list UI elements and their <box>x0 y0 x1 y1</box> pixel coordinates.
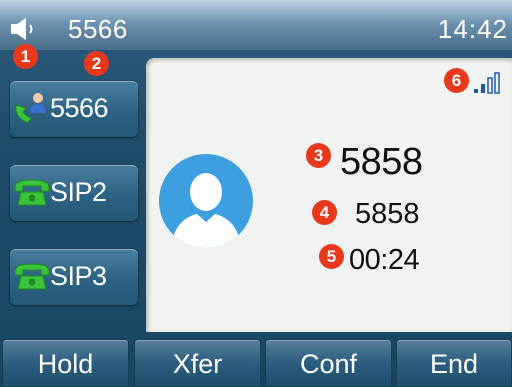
call-duration: 00:24 <box>349 244 420 276</box>
line-key-3-label: SIP3 <box>50 261 107 291</box>
marker-4: 4 <box>312 200 337 225</box>
status-bar: 5566 14:42 <box>0 0 512 50</box>
marker-1: 1 <box>13 44 38 69</box>
speaker-icon <box>11 18 33 40</box>
line-key-2[interactable]: SIP2 <box>10 165 138 221</box>
line-key-1[interactable]: 5566 <box>10 81 138 137</box>
signal-strength-icon <box>474 72 500 94</box>
user-handset-icon <box>15 93 46 124</box>
clock: 14:42 <box>437 14 508 44</box>
hold-button[interactable]: Hold <box>2 339 129 387</box>
line-key-3[interactable]: SIP3 <box>10 249 138 305</box>
conference-button[interactable]: Conf <box>265 339 392 387</box>
transfer-button[interactable]: Xfer <box>134 339 261 387</box>
phone-icon <box>14 179 50 206</box>
callee-name: 5858 <box>355 198 420 230</box>
line-key-1-label: 5566 <box>50 93 109 123</box>
line-key-2-label: SIP2 <box>50 177 107 207</box>
contact-avatar-icon <box>159 154 253 248</box>
callee-number: 5858 <box>340 141 423 183</box>
phone-icon <box>14 263 50 290</box>
softkey-bar: Hold Xfer Conf End <box>0 339 512 387</box>
account-label: 5566 <box>68 14 128 44</box>
call-panel: 5858 5858 00:24 <box>146 58 512 332</box>
marker-6: 6 <box>444 68 469 93</box>
end-call-button[interactable]: End <box>396 339 512 387</box>
marker-3: 3 <box>306 143 331 168</box>
marker-2: 2 <box>84 51 109 76</box>
marker-5: 5 <box>319 244 344 269</box>
